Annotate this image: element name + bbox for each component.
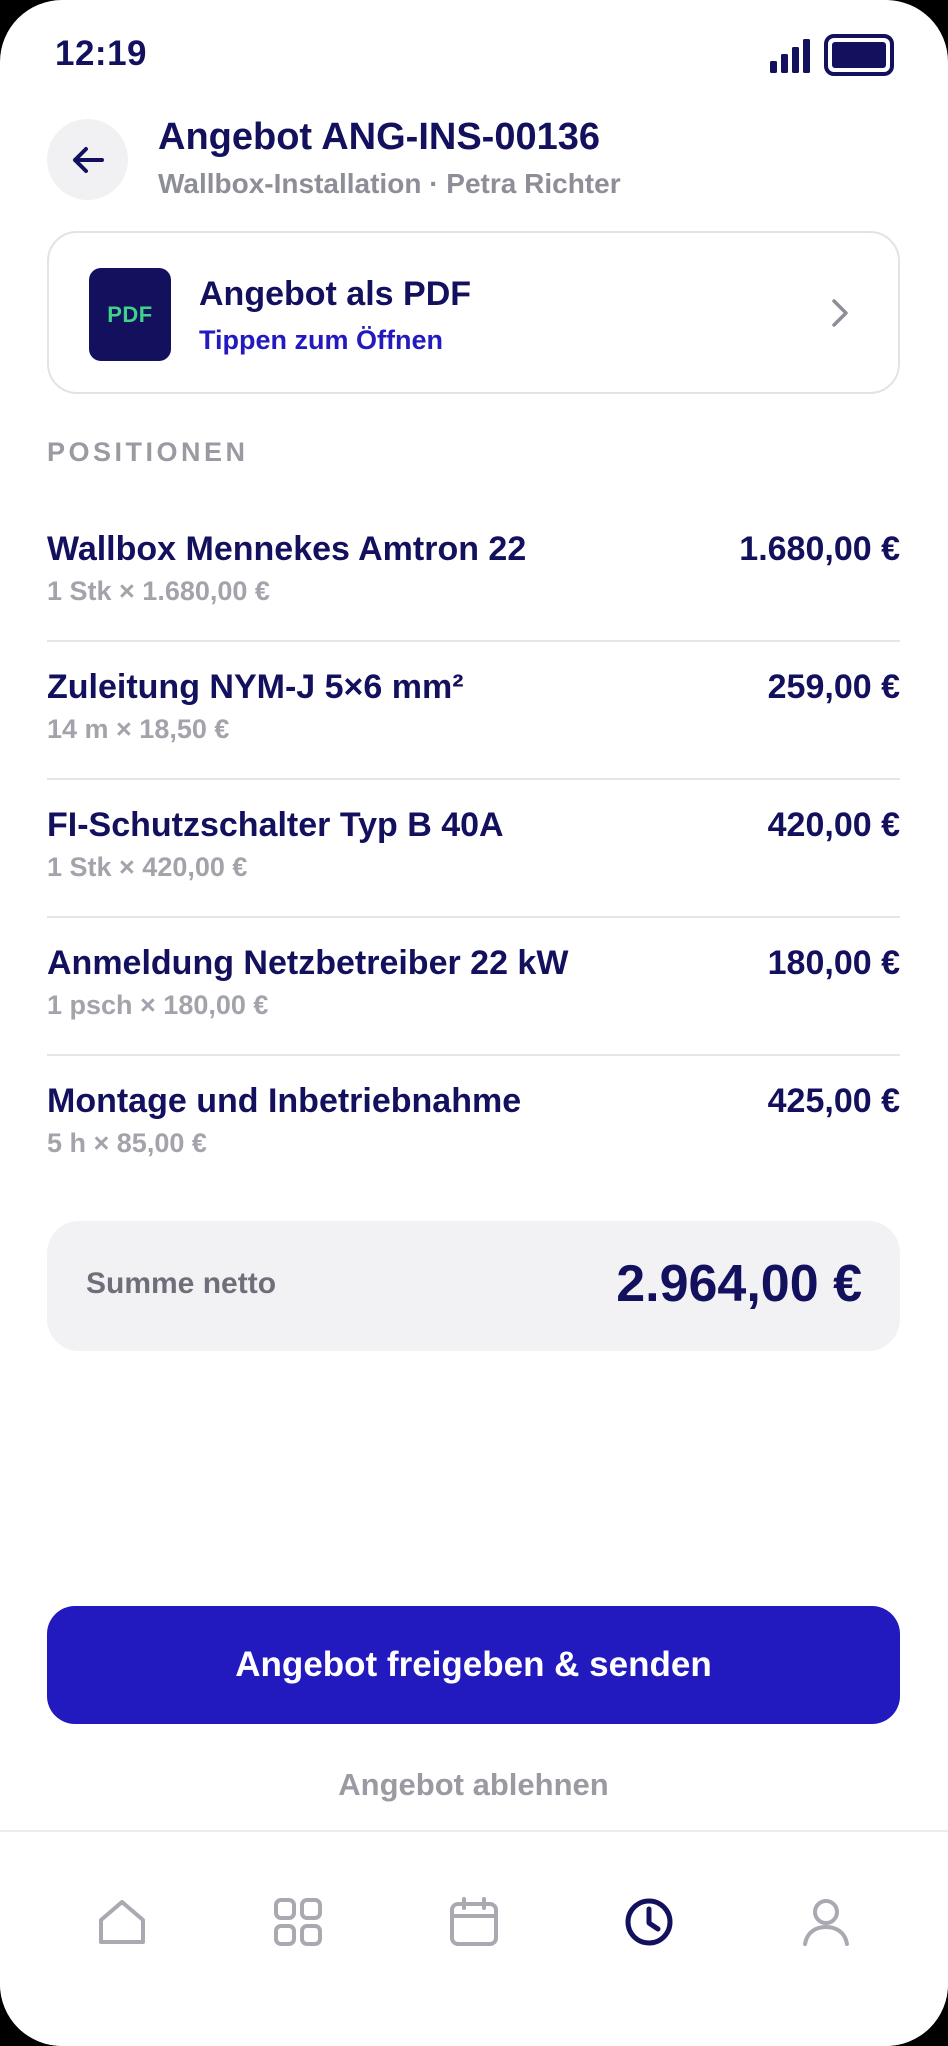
total-label: Summe netto [86,1267,277,1300]
position-detail: 1 Stk × 1.680,00 € [47,576,270,606]
position-name: Wallbox Mennekes Amtron 22 [47,530,527,568]
pdf-card-title: Angebot als PDF [199,275,472,313]
nav-history[interactable] [619,1892,679,1952]
status-time: 12:19 [55,34,148,73]
quote-detail-screen: 12:19 Angebot ANG-INS-00136 Wallbox-Inst… [0,0,948,2046]
position-detail: 14 m × 18,50 € [47,714,230,744]
battery-icon [824,34,894,76]
position-row: Zuleitung NYM-J 5×6 mm² 14 m × 18,50 € 2… [47,642,900,780]
nav-grid[interactable] [268,1892,328,1952]
position-detail: 1 Stk × 420,00 € [47,852,248,882]
bottom-nav [0,1830,948,2046]
total-summary: Summe netto 2.964,00 € [47,1221,900,1351]
nav-home[interactable] [92,1892,152,1952]
pdf-card[interactable]: PDF Angebot als PDF Tippen zum Öffnen [47,231,900,394]
reject-button[interactable]: Angebot ablehnen [47,1761,900,1809]
position-detail: 5 h × 85,00 € [47,1128,207,1158]
signal-icon [770,39,810,73]
grid-icon [274,1898,322,1946]
pdf-file-icon: PDF [89,268,171,361]
position-amount: 1.680,00 € [739,530,900,568]
position-name: Montage und Inbetriebnahme [47,1082,522,1120]
calendar-icon [450,1897,498,1946]
arrow-left-icon [72,146,104,173]
position-row: Anmeldung Netzbetreiber 22 kW 1 psch × 1… [47,918,900,1056]
back-button[interactable] [47,119,128,200]
position-row: FI-Schutzschalter Typ B 40A 1 Stk × 420,… [47,780,900,918]
position-row: Wallbox Mennekes Amtron 22 1 Stk × 1.680… [47,504,900,642]
position-detail: 1 psch × 180,00 € [47,990,269,1020]
page-subtitle: Wallbox-Installation · Petra Richter [158,168,621,199]
position-amount: 425,00 € [767,1082,900,1120]
positions-section-label: POSITIONEN [47,437,249,467]
total-value: 2.964,00 € [616,1255,862,1313]
pdf-card-subtitle: Tippen zum Öffnen [199,325,443,355]
chevron-right-icon [832,299,848,327]
position-name: Anmeldung Netzbetreiber 22 kW [47,944,569,982]
position-name: Zuleitung NYM-J 5×6 mm² [47,668,464,706]
position-amount: 420,00 € [767,806,900,844]
nav-calendar[interactable] [444,1892,504,1952]
page-title: Angebot ANG-INS-00136 [158,116,600,158]
position-amount: 259,00 € [767,668,900,706]
home-icon [99,1900,145,1944]
clock-icon [625,1898,673,1946]
position-row: Montage und Inbetriebnahme 5 h × 85,00 €… [47,1056,900,1194]
position-amount: 180,00 € [767,944,900,982]
approve-send-button[interactable]: Angebot freigeben & senden [47,1606,900,1724]
positions-list: Wallbox Mennekes Amtron 22 1 Stk × 1.680… [47,504,900,1194]
position-name: FI-Schutzschalter Typ B 40A [47,806,504,844]
user-icon [803,1899,849,1946]
nav-profile[interactable] [796,1892,856,1952]
